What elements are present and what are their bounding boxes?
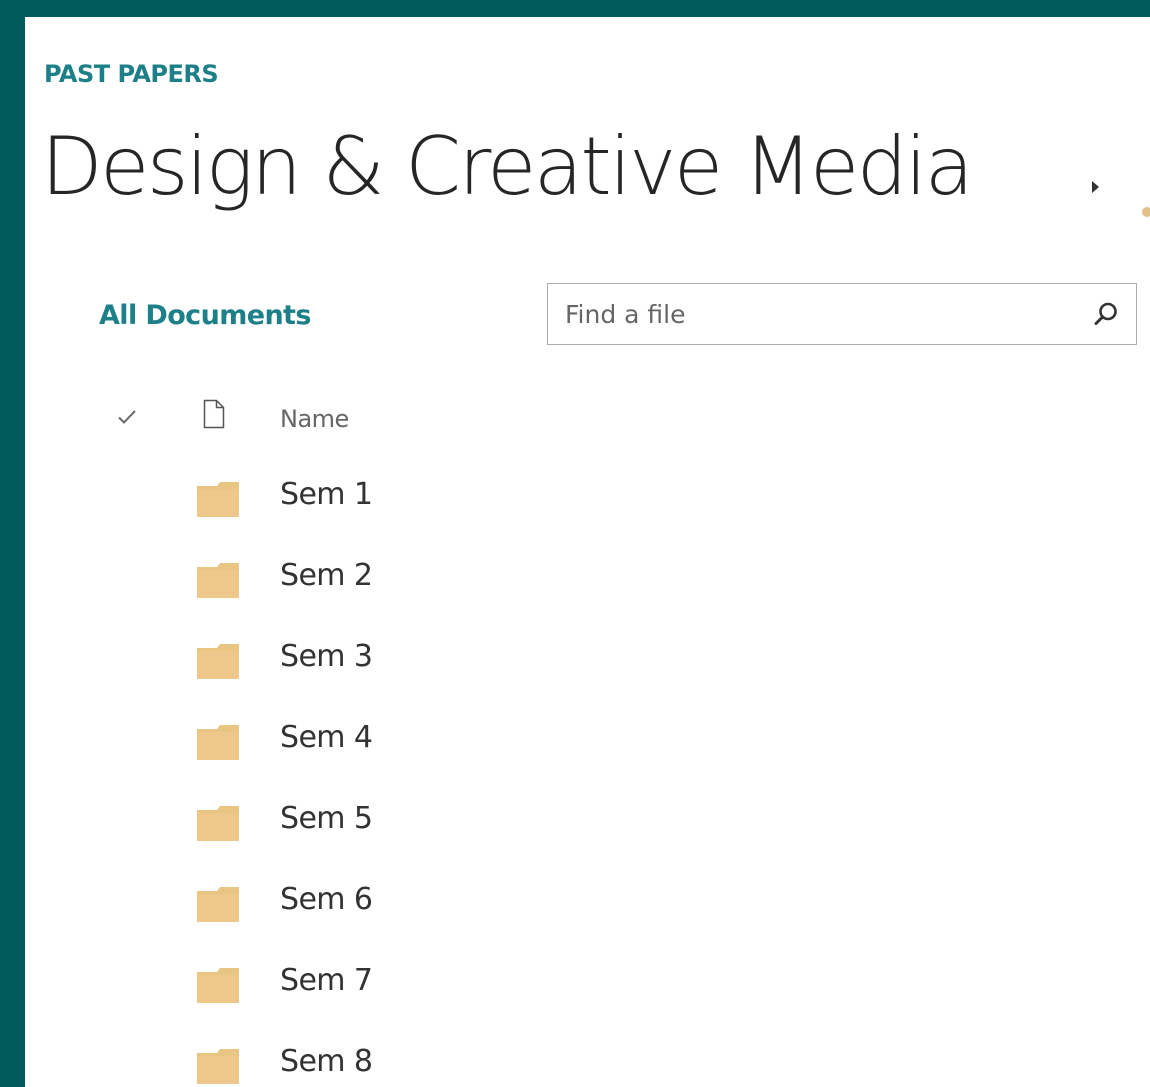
list-item-label[interactable]: Sem 7 <box>280 963 373 999</box>
document-library-panel: PAST PAPERS Design & Creative Media All … <box>25 17 1150 1087</box>
list-item-label[interactable]: Sem 6 <box>280 882 373 918</box>
breadcrumb-parent[interactable]: PAST PAPERS <box>44 59 219 89</box>
list-item-label[interactable]: Sem 5 <box>280 801 373 837</box>
search-icon[interactable] <box>1093 301 1119 327</box>
folder-icon <box>197 482 239 517</box>
page-title: Design & Creative Media <box>41 120 974 213</box>
list-item-label[interactable]: Sem 2 <box>280 558 373 594</box>
column-header-name[interactable]: Name <box>280 404 349 434</box>
caret-right-icon[interactable] <box>1092 181 1099 193</box>
list-item[interactable]: Sem 2 <box>25 536 1150 617</box>
document-icon <box>203 399 225 429</box>
view-all-documents[interactable]: All Documents <box>99 299 311 333</box>
search-input[interactable] <box>548 284 1078 344</box>
list-item[interactable]: Sem 1 <box>25 455 1150 536</box>
folder-icon <box>197 968 239 1003</box>
folder-icon <box>197 563 239 598</box>
check-icon[interactable] <box>117 407 137 427</box>
list-header-row: Name <box>25 389 1150 453</box>
folder-icon <box>197 1049 239 1084</box>
folder-icon <box>197 806 239 841</box>
list-item-label[interactable]: Sem 4 <box>280 720 373 756</box>
list-item[interactable]: Sem 3 <box>25 617 1150 698</box>
document-list: Sem 1 Sem 2 Sem 3 Sem 4 Sem 5 Sem 6 Sem … <box>25 455 1150 1087</box>
folder-icon <box>197 725 239 760</box>
list-item[interactable]: Sem 4 <box>25 698 1150 779</box>
list-item-label[interactable]: Sem 8 <box>280 1044 373 1080</box>
search-box <box>547 283 1137 345</box>
list-item[interactable]: Sem 6 <box>25 860 1150 941</box>
folder-icon <box>197 887 239 922</box>
title-overflow-mark <box>1142 207 1150 217</box>
list-item-label[interactable]: Sem 1 <box>280 477 373 513</box>
list-item[interactable]: Sem 8 <box>25 1022 1150 1087</box>
list-item-label[interactable]: Sem 3 <box>280 639 373 675</box>
list-item[interactable]: Sem 5 <box>25 779 1150 860</box>
folder-icon <box>197 644 239 679</box>
list-item[interactable]: Sem 7 <box>25 941 1150 1022</box>
